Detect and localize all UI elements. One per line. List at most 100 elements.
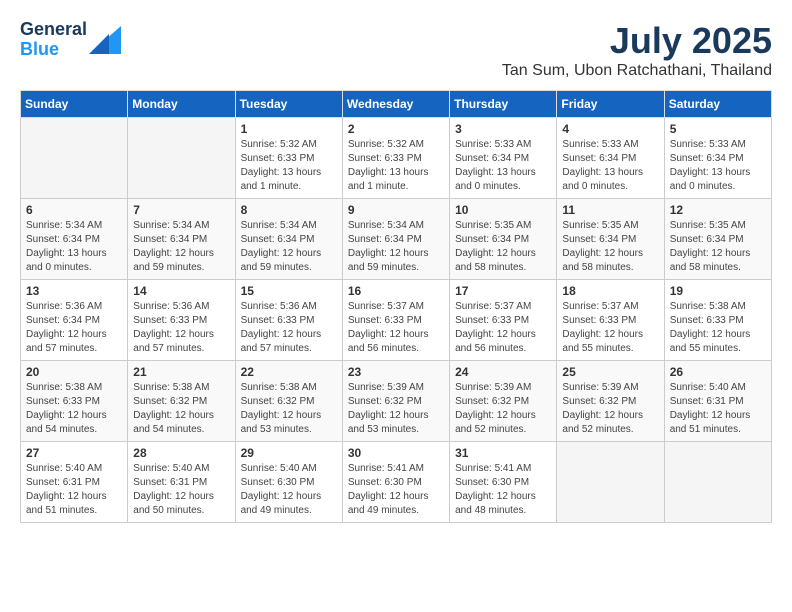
day-cell-18: 18 Sunrise: 5:37 AM Sunset: 6:33 PM Dayli… (557, 280, 664, 361)
day-cell-26: 26 Sunrise: 5:40 AM Sunset: 6:31 PM Dayli… (664, 361, 771, 442)
day-number: 15 (241, 284, 337, 298)
day-cell-21: 21 Sunrise: 5:38 AM Sunset: 6:32 PM Dayli… (128, 361, 235, 442)
day-info: Sunrise: 5:36 AM Sunset: 6:33 PM Dayligh… (241, 300, 337, 356)
day-info: Sunrise: 5:33 AM Sunset: 6:34 PM Dayligh… (670, 138, 766, 194)
day-number: 28 (133, 446, 229, 460)
day-info: Sunrise: 5:39 AM Sunset: 6:32 PM Dayligh… (348, 381, 444, 437)
day-number: 2 (348, 122, 444, 136)
day-info: Sunrise: 5:34 AM Sunset: 6:34 PM Dayligh… (26, 219, 122, 275)
day-info: Sunrise: 5:37 AM Sunset: 6:33 PM Dayligh… (348, 300, 444, 356)
logo-icon (89, 26, 121, 54)
day-info: Sunrise: 5:36 AM Sunset: 6:34 PM Dayligh… (26, 300, 122, 356)
day-cell-3: 3Sunrise: 5:33 AM Sunset: 6:34 PM Daylig… (450, 118, 557, 199)
day-info: Sunrise: 5:39 AM Sunset: 6:32 PM Dayligh… (455, 381, 551, 437)
day-number: 10 (455, 203, 551, 217)
day-cell-15: 15 Sunrise: 5:36 AM Sunset: 6:33 PM Dayli… (235, 280, 342, 361)
empty-cell (128, 118, 235, 199)
day-cell-27: 27 Sunrise: 5:40 AM Sunset: 6:31 PM Dayli… (21, 442, 128, 523)
day-cell-10: 10 Sunrise: 5:35 AM Sunset: 6:34 PM Dayli… (450, 199, 557, 280)
day-cell-25: 25 Sunrise: 5:39 AM Sunset: 6:32 PM Dayli… (557, 361, 664, 442)
day-info: Sunrise: 5:32 AM Sunset: 6:33 PM Dayligh… (348, 138, 444, 194)
day-cell-11: 11 Sunrise: 5:35 AM Sunset: 6:34 PM Dayli… (557, 199, 664, 280)
day-info: Sunrise: 5:37 AM Sunset: 6:33 PM Dayligh… (455, 300, 551, 356)
day-number: 25 (562, 365, 658, 379)
day-info: Sunrise: 5:35 AM Sunset: 6:34 PM Dayligh… (562, 219, 658, 275)
day-number: 12 (670, 203, 766, 217)
weekday-header-saturday: Saturday (664, 91, 771, 118)
day-number: 13 (26, 284, 122, 298)
day-info: Sunrise: 5:35 AM Sunset: 6:34 PM Dayligh… (670, 219, 766, 275)
week-row-5: 27 Sunrise: 5:40 AM Sunset: 6:31 PM Dayli… (21, 442, 772, 523)
day-cell-7: 7 Sunrise: 5:34 AM Sunset: 6:34 PM Daylig… (128, 199, 235, 280)
day-number: 19 (670, 284, 766, 298)
day-info: Sunrise: 5:34 AM Sunset: 6:34 PM Dayligh… (133, 219, 229, 275)
day-number: 24 (455, 365, 551, 379)
day-number: 20 (26, 365, 122, 379)
day-info: Sunrise: 5:35 AM Sunset: 6:34 PM Dayligh… (455, 219, 551, 275)
day-cell-28: 28 Sunrise: 5:40 AM Sunset: 6:31 PM Dayli… (128, 442, 235, 523)
day-info: Sunrise: 5:34 AM Sunset: 6:34 PM Dayligh… (241, 219, 337, 275)
day-number: 4 (562, 122, 658, 136)
day-number: 9 (348, 203, 444, 217)
day-cell-31: 31Sunrise: 5:41 AM Sunset: 6:30 PM Dayli… (450, 442, 557, 523)
day-info: Sunrise: 5:37 AM Sunset: 6:33 PM Dayligh… (562, 300, 658, 356)
day-info: Sunrise: 5:38 AM Sunset: 6:32 PM Dayligh… (241, 381, 337, 437)
logo-text: GeneralBlue (20, 20, 87, 60)
day-number: 26 (670, 365, 766, 379)
week-row-3: 13 Sunrise: 5:36 AM Sunset: 6:34 PM Dayli… (21, 280, 772, 361)
day-cell-23: 23Sunrise: 5:39 AM Sunset: 6:32 PM Dayli… (342, 361, 449, 442)
day-number: 11 (562, 203, 658, 217)
day-number: 31 (455, 446, 551, 460)
day-info: Sunrise: 5:40 AM Sunset: 6:31 PM Dayligh… (670, 381, 766, 437)
day-cell-19: 19 Sunrise: 5:38 AM Sunset: 6:33 PM Dayli… (664, 280, 771, 361)
subtitle: Tan Sum, Ubon Ratchathani, Thailand (502, 62, 772, 80)
day-cell-16: 16 Sunrise: 5:37 AM Sunset: 6:33 PM Dayli… (342, 280, 449, 361)
day-info: Sunrise: 5:33 AM Sunset: 6:34 PM Dayligh… (455, 138, 551, 194)
day-cell-20: 20Sunrise: 5:38 AM Sunset: 6:33 PM Dayli… (21, 361, 128, 442)
day-info: Sunrise: 5:40 AM Sunset: 6:31 PM Dayligh… (133, 462, 229, 518)
day-cell-24: 24 Sunrise: 5:39 AM Sunset: 6:32 PM Dayli… (450, 361, 557, 442)
day-cell-2: 2 Sunrise: 5:32 AM Sunset: 6:33 PM Daylig… (342, 118, 449, 199)
day-cell-8: 8 Sunrise: 5:34 AM Sunset: 6:34 PM Daylig… (235, 199, 342, 280)
empty-cell (21, 118, 128, 199)
weekday-header-row: SundayMondayTuesdayWednesdayThursdayFrid… (21, 91, 772, 118)
day-number: 6 (26, 203, 122, 217)
day-info: Sunrise: 5:39 AM Sunset: 6:32 PM Dayligh… (562, 381, 658, 437)
day-info: Sunrise: 5:36 AM Sunset: 6:33 PM Dayligh… (133, 300, 229, 356)
day-cell-17: 17 Sunrise: 5:37 AM Sunset: 6:33 PM Dayli… (450, 280, 557, 361)
weekday-header-sunday: Sunday (21, 91, 128, 118)
day-number: 21 (133, 365, 229, 379)
day-cell-9: 9Sunrise: 5:34 AM Sunset: 6:34 PM Daylig… (342, 199, 449, 280)
week-row-4: 20Sunrise: 5:38 AM Sunset: 6:33 PM Dayli… (21, 361, 772, 442)
day-number: 17 (455, 284, 551, 298)
day-number: 29 (241, 446, 337, 460)
day-number: 5 (670, 122, 766, 136)
page-header: GeneralBlue July 2025 Tan Sum, Ubon Ratc… (20, 20, 772, 80)
day-cell-13: 13 Sunrise: 5:36 AM Sunset: 6:34 PM Dayli… (21, 280, 128, 361)
day-number: 27 (26, 446, 122, 460)
empty-cell (557, 442, 664, 523)
day-cell-5: 5 Sunrise: 5:33 AM Sunset: 6:34 PM Daylig… (664, 118, 771, 199)
weekday-header-tuesday: Tuesday (235, 91, 342, 118)
calendar-table: SundayMondayTuesdayWednesdayThursdayFrid… (20, 90, 772, 523)
day-cell-1: 1Sunrise: 5:32 AM Sunset: 6:33 PM Daylig… (235, 118, 342, 199)
week-row-1: 1 Sunrise: 5:32 AM Sunset: 6:33 PM Daylig… (21, 118, 772, 199)
day-cell-30: 30Sunrise: 5:41 AM Sunset: 6:30 PM Dayli… (342, 442, 449, 523)
day-number: 7 (133, 203, 229, 217)
day-info: Sunrise: 5:38 AM Sunset: 6:33 PM Dayligh… (670, 300, 766, 356)
day-cell-12: 12 Sunrise: 5:35 AM Sunset: 6:34 PM Dayli… (664, 199, 771, 280)
day-info: Sunrise: 5:38 AM Sunset: 6:32 PM Dayligh… (133, 381, 229, 437)
main-title: July 2025 (502, 20, 772, 62)
day-number: 22 (241, 365, 337, 379)
day-number: 16 (348, 284, 444, 298)
day-cell-29: 29 Sunrise: 5:40 AM Sunset: 6:30 PM Dayli… (235, 442, 342, 523)
day-info: Sunrise: 5:40 AM Sunset: 6:30 PM Dayligh… (241, 462, 337, 518)
day-cell-4: 4Sunrise: 5:33 AM Sunset: 6:34 PM Daylig… (557, 118, 664, 199)
logo: GeneralBlue (20, 20, 121, 60)
day-number: 18 (562, 284, 658, 298)
day-number: 1 (241, 122, 337, 136)
day-info: Sunrise: 5:40 AM Sunset: 6:31 PM Dayligh… (26, 462, 122, 518)
weekday-header-thursday: Thursday (450, 91, 557, 118)
day-number: 8 (241, 203, 337, 217)
weekday-header-monday: Monday (128, 91, 235, 118)
